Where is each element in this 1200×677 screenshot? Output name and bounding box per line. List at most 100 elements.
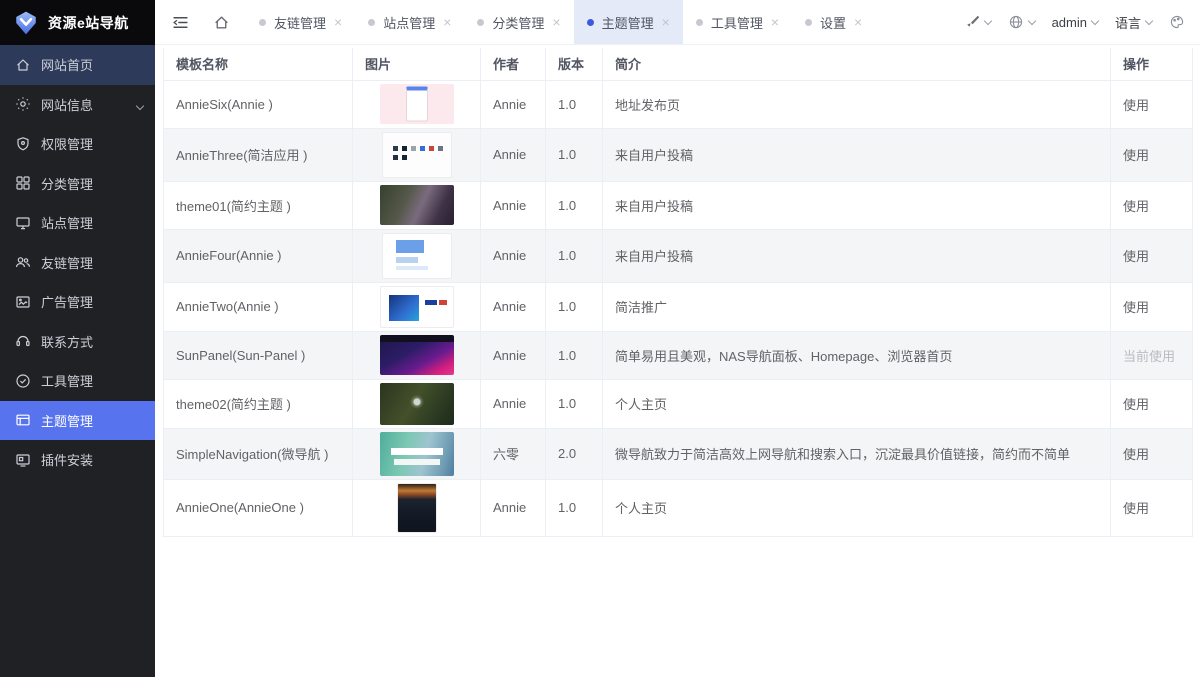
template-name: AnnieOne(AnnieOne ) xyxy=(164,479,353,536)
app-title: 资源e站导航 xyxy=(48,13,129,33)
column-header-version: 版本 xyxy=(546,48,603,80)
sidebar-item-categories[interactable]: 分类管理 xyxy=(0,164,155,204)
template-version: 1.0 xyxy=(546,128,603,181)
template-author: 六零 xyxy=(481,428,546,479)
home-icon[interactable] xyxy=(201,0,242,44)
template-description: 来自用户投稿 xyxy=(603,229,1111,282)
brush-theme-dropdown[interactable] xyxy=(964,14,991,30)
sidebar-item-label: 权限管理 xyxy=(41,134,93,153)
sidebar-item-tools[interactable]: 工具管理 xyxy=(0,361,155,401)
column-header-author: 作者 xyxy=(481,48,546,80)
tab-label: 设置 xyxy=(820,13,846,32)
use-button[interactable]: 使用 xyxy=(1123,249,1149,264)
use-button[interactable]: 使用 xyxy=(1123,98,1149,113)
template-author: Annie xyxy=(481,331,546,379)
sidebar-item-friend-links[interactable]: 友链管理 xyxy=(0,243,155,283)
sidebar-item-sites[interactable]: 站点管理 xyxy=(0,203,155,243)
tab-dot-icon xyxy=(368,19,375,26)
sidebar: 网站首页 网站信息 权限管理 分类管理 站点管理 友链管理 xyxy=(0,45,155,677)
template-name: AnnieFour(Annie ) xyxy=(164,229,353,282)
tab-label: 工具管理 xyxy=(711,13,763,32)
themes-table: 模板名称 图片 作者 版本 简介 操作 AnnieSix(Annie ) Ann… xyxy=(163,48,1193,537)
template-name: AnnieSix(Annie ) xyxy=(164,80,353,128)
template-author: Annie xyxy=(481,128,546,181)
tab-dot-icon xyxy=(259,19,266,26)
topbar-right: admin 语言 xyxy=(964,0,1200,44)
theme-thumbnail xyxy=(382,132,452,178)
monitor-icon xyxy=(15,215,31,231)
sidebar-item-contact[interactable]: 联系方式 xyxy=(0,322,155,362)
theme-thumbnail xyxy=(380,286,454,328)
palette-button[interactable] xyxy=(1169,14,1185,30)
shield-icon xyxy=(15,136,31,152)
template-name: SimpleNavigation(微导航 ) xyxy=(164,428,353,479)
use-button[interactable]: 使用 xyxy=(1123,148,1149,163)
tab-close-icon[interactable] xyxy=(854,15,862,29)
collapse-sidebar-icon[interactable] xyxy=(155,0,201,44)
tab-link-manage[interactable]: 友链管理 xyxy=(246,0,355,44)
sidebar-item-themes[interactable]: 主题管理 xyxy=(0,401,155,441)
use-button[interactable]: 使用 xyxy=(1123,447,1149,462)
contact-icon xyxy=(15,333,31,349)
use-button[interactable]: 使用 xyxy=(1123,397,1149,412)
table-row: AnnieFour(Annie ) Annie 1.0 来自用户投稿 使用 xyxy=(164,229,1193,282)
sidebar-item-label: 网站首页 xyxy=(41,55,93,74)
sidebar-item-site-info[interactable]: 网站信息 xyxy=(0,85,155,125)
table-row: AnnieTwo(Annie ) Annie 1.0 简洁推广 使用 xyxy=(164,282,1193,331)
tab-dot-icon xyxy=(477,19,484,26)
sidebar-item-label: 广告管理 xyxy=(41,292,93,311)
users-icon xyxy=(15,254,31,270)
table-row: AnnieOne(AnnieOne ) Annie 1.0 个人主页 使用 xyxy=(164,479,1193,536)
home-icon xyxy=(15,57,31,73)
tab-close-icon[interactable] xyxy=(771,15,779,29)
tab-label: 主题管理 xyxy=(602,13,654,32)
template-version: 1.0 xyxy=(546,282,603,331)
user-menu[interactable]: admin xyxy=(1052,15,1098,30)
sidebar-item-permissions[interactable]: 权限管理 xyxy=(0,124,155,164)
plugin-icon xyxy=(15,452,31,468)
tab-category-manage[interactable]: 分类管理 xyxy=(464,0,573,44)
tab-settings[interactable]: 设置 xyxy=(792,0,875,44)
tab-bar: 友链管理 站点管理 分类管理 主题管理 工具管理 设置 xyxy=(246,0,875,44)
app-logo-icon xyxy=(13,10,39,36)
theme-thumbnail xyxy=(380,335,454,375)
theme-thumbnail xyxy=(380,432,454,476)
tab-theme-manage[interactable]: 主题管理 xyxy=(574,0,683,44)
use-button[interactable]: 使用 xyxy=(1123,300,1149,315)
template-name: SunPanel(Sun-Panel ) xyxy=(164,331,353,379)
tab-dot-icon xyxy=(587,19,594,26)
tab-close-icon[interactable] xyxy=(552,15,560,29)
category-grid-icon xyxy=(15,175,31,191)
template-author: Annie xyxy=(481,379,546,428)
theme-card-icon xyxy=(15,412,31,428)
palette-icon xyxy=(1169,14,1185,30)
check-circle-icon xyxy=(15,373,31,389)
template-version: 1.0 xyxy=(546,181,603,229)
use-button[interactable]: 使用 xyxy=(1123,199,1149,214)
tab-tool-manage[interactable]: 工具管理 xyxy=(683,0,792,44)
tab-close-icon[interactable] xyxy=(443,15,451,29)
sidebar-item-ads[interactable]: 广告管理 xyxy=(0,282,155,322)
column-header-description: 简介 xyxy=(603,48,1111,80)
theme-thumbnail xyxy=(380,185,454,225)
globe-icon xyxy=(1008,14,1024,30)
app-logo-block: 资源e站导航 xyxy=(0,0,155,45)
table-row: AnnieThree(简洁应用 ) Annie 1.0 来自用户投稿 使用 xyxy=(164,128,1193,181)
table-row: SunPanel(Sun-Panel ) Annie 1.0 简单易用且美观，N… xyxy=(164,331,1193,379)
use-button[interactable]: 使用 xyxy=(1123,501,1149,516)
language-menu[interactable]: 语言 xyxy=(1115,13,1152,32)
tab-site-manage[interactable]: 站点管理 xyxy=(355,0,464,44)
tab-close-icon[interactable] xyxy=(662,15,670,29)
main-content: 模板名称 图片 作者 版本 简介 操作 AnnieSix(Annie ) Ann… xyxy=(155,45,1200,677)
globe-dropdown[interactable] xyxy=(1008,14,1035,30)
sidebar-item-home[interactable]: 网站首页 xyxy=(0,45,155,85)
template-version: 1.0 xyxy=(546,479,603,536)
template-name: AnnieThree(简洁应用 ) xyxy=(164,128,353,181)
tab-close-icon[interactable] xyxy=(334,15,342,29)
sidebar-item-label: 主题管理 xyxy=(41,411,93,430)
sidebar-item-plugins[interactable]: 插件安装 xyxy=(0,440,155,480)
chevron-down-icon xyxy=(1145,16,1153,24)
current-use-label: 当前使用 xyxy=(1123,349,1175,364)
column-header-action: 操作 xyxy=(1111,48,1193,80)
topbar: 友链管理 站点管理 分类管理 主题管理 工具管理 设置 xyxy=(155,0,1200,45)
